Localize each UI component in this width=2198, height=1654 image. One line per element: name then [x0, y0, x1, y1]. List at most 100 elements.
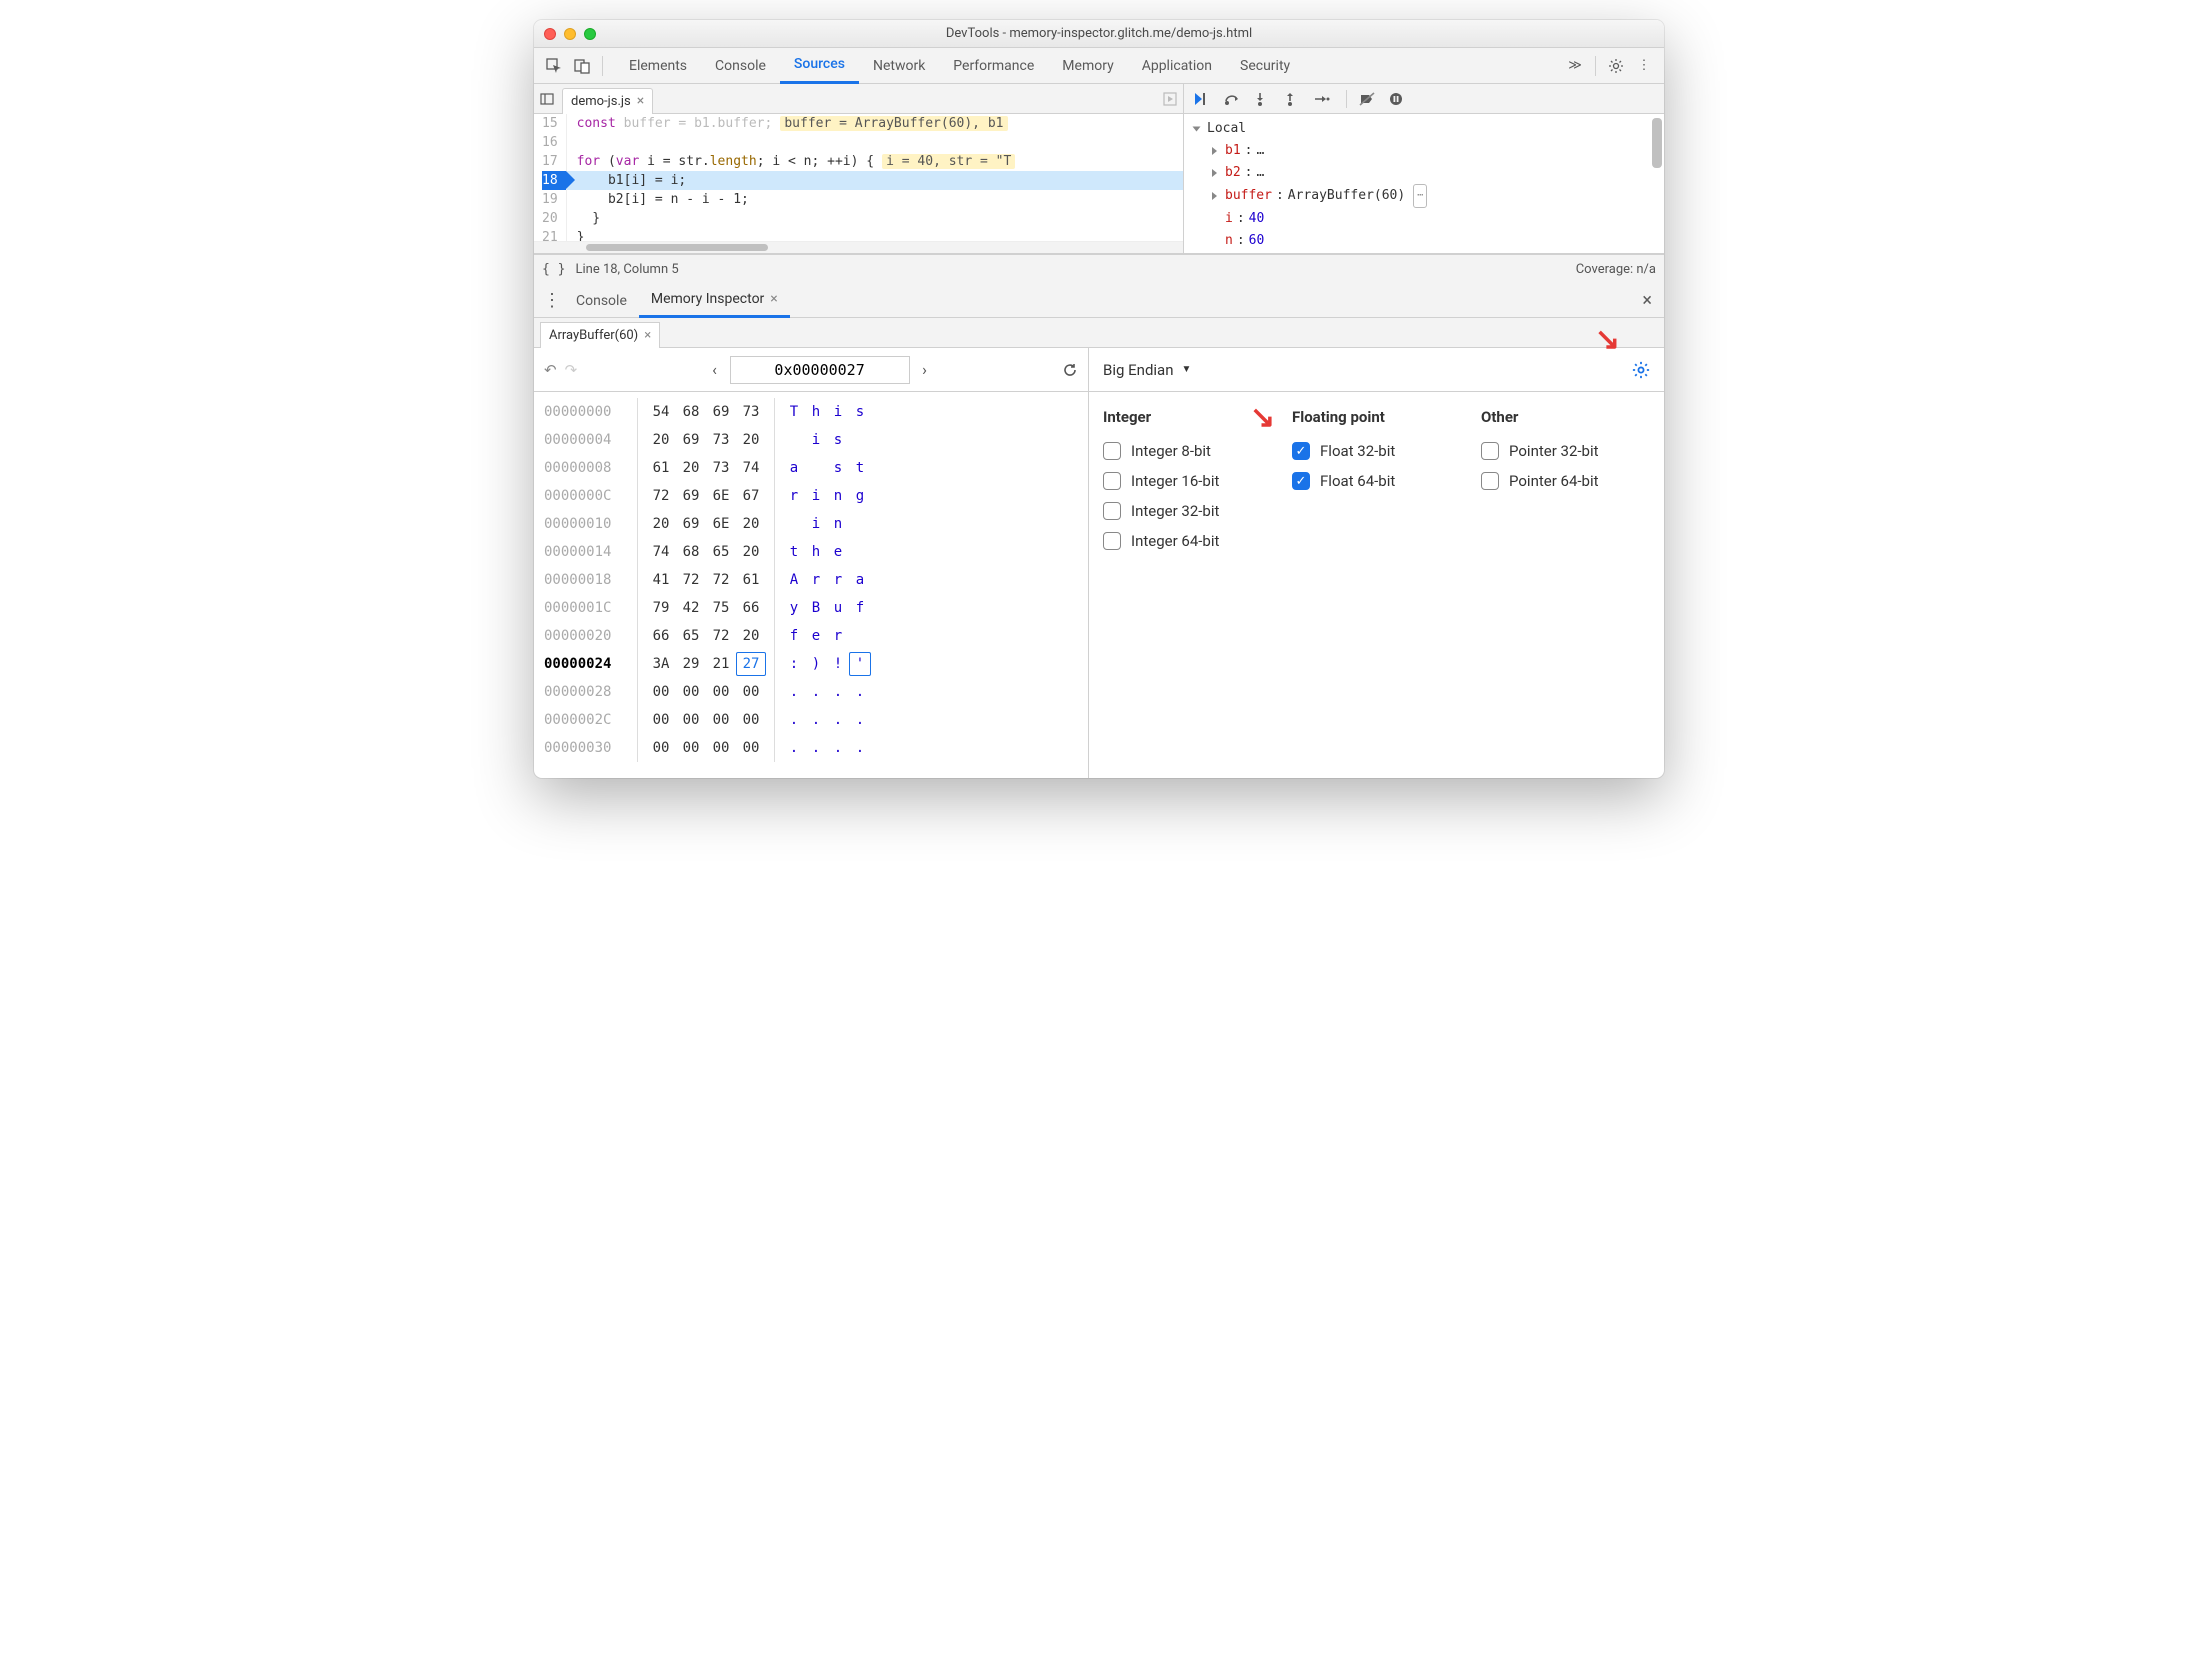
hex-row[interactable]: 0000000C72696E67ring: [544, 482, 1078, 510]
type-option[interactable]: Pointer 64-bit: [1481, 466, 1650, 496]
endianness-dropdown[interactable]: Big Endian ▼: [1103, 361, 1191, 379]
annotation-arrow-icon: ↘: [1595, 322, 1620, 357]
checkbox-icon[interactable]: ✓: [1292, 442, 1310, 460]
checkbox-icon[interactable]: [1481, 472, 1499, 490]
address-navigator: ‹ ›: [700, 356, 940, 384]
source-file-name: demo-js.js: [571, 94, 631, 109]
resume-icon[interactable]: [1194, 92, 1214, 106]
panel-tab-console[interactable]: Console: [701, 48, 780, 84]
checkbox-icon[interactable]: [1103, 472, 1121, 490]
chevron-down-icon: ▼: [1182, 364, 1192, 375]
close-window-icon[interactable]: [544, 28, 556, 40]
type-option[interactable]: Pointer 32-bit: [1481, 436, 1650, 466]
scope-var-i[interactable]: i: 40: [1184, 208, 1664, 230]
step-out-icon[interactable]: [1284, 92, 1304, 106]
type-settings-grid: Integer Integer 8-bitInteger 16-bitInteg…: [1089, 392, 1664, 572]
minimize-window-icon[interactable]: [564, 28, 576, 40]
close-icon[interactable]: ×: [637, 94, 644, 108]
code-content: const buffer = b1.buffer;buffer = ArrayB…: [567, 114, 1183, 241]
deactivate-breakpoints-icon[interactable]: [1359, 92, 1379, 106]
step-into-icon[interactable]: [1254, 92, 1274, 106]
inspect-element-icon[interactable]: [540, 52, 568, 80]
scope-var-buffer[interactable]: buffer: ArrayBuffer(60)⋯: [1184, 184, 1664, 208]
type-option[interactable]: Integer 64-bit: [1103, 526, 1272, 556]
type-option[interactable]: ✓Float 32-bit: [1292, 436, 1461, 466]
maximize-window-icon[interactable]: [584, 28, 596, 40]
scope-var-b1[interactable]: b1: …: [1184, 140, 1664, 162]
close-icon[interactable]: ×: [770, 291, 777, 307]
kebab-menu-icon[interactable]: ⋮: [1630, 52, 1658, 80]
checkbox-icon[interactable]: [1103, 532, 1121, 550]
settings-gear-icon[interactable]: [1602, 52, 1630, 80]
history-forward-icon[interactable]: ↷: [565, 361, 578, 379]
step-icon[interactable]: [1314, 92, 1334, 106]
drawer-kebab-icon[interactable]: ⋮: [540, 290, 564, 311]
line-gutter: 15161718192021: [534, 114, 567, 241]
hex-row[interactable]: 0000001C79427566yBuf: [544, 594, 1078, 622]
scope-var-n[interactable]: n: 60: [1184, 230, 1664, 252]
drawer-tab-memory-inspector[interactable]: Memory Inspector ×: [639, 284, 790, 318]
traffic-lights: [544, 28, 596, 40]
checkbox-icon[interactable]: [1103, 442, 1121, 460]
panel-tab-elements[interactable]: Elements: [615, 48, 701, 84]
panel-tab-network[interactable]: Network: [859, 48, 939, 84]
scope-var-b2[interactable]: b2: …: [1184, 162, 1664, 184]
checkbox-icon[interactable]: [1481, 442, 1499, 460]
settings-gear-icon[interactable]: [1632, 361, 1650, 379]
scope-var-str[interactable]: str: "This is a string in the ArrayBuffe…: [1184, 252, 1664, 253]
checkbox-icon[interactable]: [1103, 502, 1121, 520]
step-over-icon[interactable]: [1224, 92, 1244, 106]
panel-tab-security[interactable]: Security: [1226, 48, 1304, 84]
hex-row[interactable]: 0000001020696E20 in: [544, 510, 1078, 538]
drawer-close-icon[interactable]: ×: [1636, 290, 1658, 311]
more-tabs-icon[interactable]: ≫: [1561, 52, 1589, 80]
history-back-icon[interactable]: ↶: [544, 361, 557, 379]
drawer-tab-console[interactable]: Console: [564, 284, 639, 318]
panel-tab-performance[interactable]: Performance: [939, 48, 1048, 84]
pretty-print-icon[interactable]: { }: [542, 262, 565, 277]
code-editor[interactable]: 15161718192021 const buffer = b1.buffer;…: [534, 114, 1183, 241]
memory-inspector-body: ↶ ↷ ‹ › 0000000054686973This000000042069…: [534, 348, 1664, 778]
memory-buffer-tab[interactable]: ArrayBuffer(60) ×: [540, 322, 660, 348]
hex-row[interactable]: 0000000420697320 is: [544, 426, 1078, 454]
close-icon[interactable]: ×: [644, 328, 651, 343]
hex-row[interactable]: 0000002800000000....: [544, 678, 1078, 706]
hex-row[interactable]: 0000002C00000000....: [544, 706, 1078, 734]
scope-local[interactable]: Local: [1184, 118, 1664, 140]
panel-tab-sources[interactable]: Sources: [780, 48, 859, 84]
hex-row[interactable]: 0000000861207374a st: [544, 454, 1078, 482]
hex-viewer[interactable]: 0000000054686973This0000000420697320 is …: [534, 392, 1088, 778]
device-toggle-icon[interactable]: [568, 52, 596, 80]
hex-row[interactable]: 0000000054686973This: [544, 398, 1078, 426]
hex-row[interactable]: 0000003000000000....: [544, 734, 1078, 762]
drawer-tabbar: ⋮ ConsoleMemory Inspector × ×: [534, 284, 1664, 318]
panel-tab-memory[interactable]: Memory: [1048, 48, 1127, 84]
address-input[interactable]: [730, 356, 910, 384]
source-tabbar: demo-js.js ×: [534, 84, 1183, 114]
source-file-tab[interactable]: demo-js.js ×: [562, 88, 653, 114]
type-option[interactable]: Integer 32-bit: [1103, 496, 1272, 526]
next-page-icon[interactable]: ›: [910, 360, 940, 379]
refresh-icon[interactable]: [1062, 362, 1078, 378]
hex-pane: ↶ ↷ ‹ › 0000000054686973This000000042069…: [534, 348, 1089, 778]
checkbox-icon[interactable]: ✓: [1292, 472, 1310, 490]
type-option[interactable]: Integer 16-bit: [1103, 466, 1272, 496]
pause-exceptions-icon[interactable]: [1389, 92, 1409, 106]
hex-row[interactable]: 0000002066657220fer: [544, 622, 1078, 650]
reveal-in-memory-icon[interactable]: ⋯: [1413, 184, 1427, 208]
horizontal-scrollbar[interactable]: [534, 241, 1183, 253]
integer-column: Integer Integer 8-bitInteger 16-bitInteg…: [1103, 408, 1272, 556]
vertical-scrollbar[interactable]: [1652, 118, 1662, 251]
source-statusbar: { } Line 18, Column 5 Coverage: n/a: [534, 254, 1664, 284]
memory-inspector-tabbar: ArrayBuffer(60) ×: [534, 318, 1664, 348]
type-option[interactable]: ✓Float 64-bit: [1292, 466, 1461, 496]
prev-page-icon[interactable]: ‹: [700, 360, 730, 379]
panel-tab-application[interactable]: Application: [1128, 48, 1226, 84]
hex-row[interactable]: 000000243A292127:)!': [544, 650, 1078, 678]
window-titlebar: DevTools - memory-inspector.glitch.me/de…: [534, 20, 1664, 48]
run-snippet-icon[interactable]: [1163, 92, 1177, 106]
type-option[interactable]: Integer 8-bit: [1103, 436, 1272, 466]
hex-row[interactable]: 0000001841727261Arra: [544, 566, 1078, 594]
navigator-toggle-icon[interactable]: [540, 92, 562, 106]
hex-row[interactable]: 0000001474686520the: [544, 538, 1078, 566]
